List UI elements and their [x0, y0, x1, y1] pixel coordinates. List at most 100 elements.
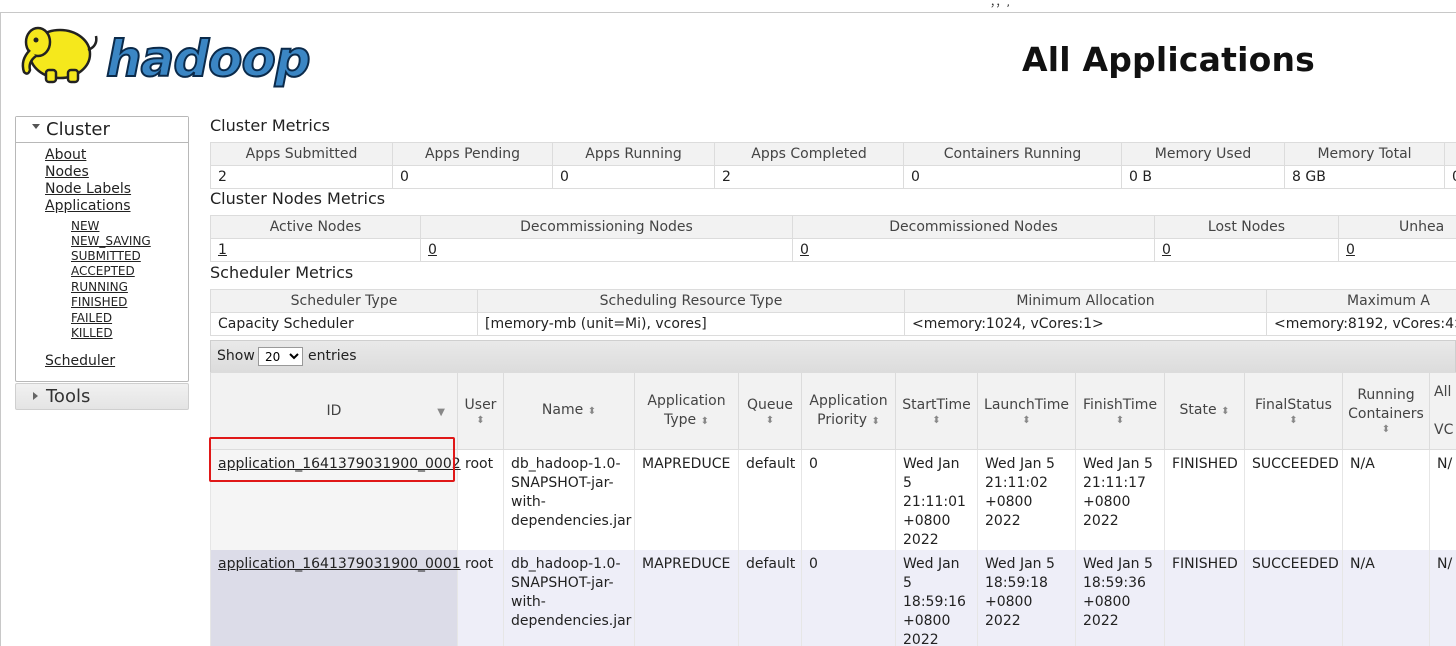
sidebar-link-applications[interactable]: Applications	[45, 198, 131, 214]
user-header-label: User	[464, 396, 497, 413]
sidebar-link-about[interactable]: About	[45, 147, 86, 163]
name-line: with-	[511, 494, 546, 510]
launch-line: 18:59:18	[985, 575, 1048, 591]
sort-icon: ⬍	[1115, 414, 1125, 426]
lost-nodes-link[interactable]: 0	[1162, 242, 1171, 258]
app-id-link[interactable]: application_1641379031900_0001	[218, 556, 461, 572]
name-line: db_hadoop-1.0-	[511, 556, 621, 572]
active-nodes-cell: 1	[210, 238, 421, 262]
decommissioned-nodes-link[interactable]: 0	[800, 242, 809, 258]
lost-nodes-cell: 0	[1154, 238, 1339, 262]
sort-icon: ⬍	[1022, 414, 1031, 426]
queue-cell: default	[738, 550, 802, 646]
applications-table: ID ▼ User ⬍ Name ⬍ Application Type ⬍ Queue…	[210, 372, 1456, 646]
column-header: Apps Completed	[714, 142, 904, 166]
sort-icon: ⬍	[700, 415, 709, 427]
column-header-finish-time[interactable]: FinishTime ⬍	[1075, 372, 1165, 450]
priority-header-line2: Priority	[817, 411, 867, 428]
sort-icon: ⬍	[871, 415, 880, 427]
sidebar-state-running[interactable]: RUNNING	[71, 280, 128, 294]
window-left-border	[0, 12, 1, 646]
priority-cell: 0	[801, 449, 896, 550]
decommissioned-nodes-cell: 0	[792, 238, 1155, 262]
sidebar-cluster-panel: Cluster About Nodes Node Labels Applicat…	[15, 116, 189, 382]
active-nodes-link[interactable]: 1	[218, 242, 227, 258]
state-cell: FINISHED	[1164, 550, 1245, 646]
finish-time-cell: Wed Jan 5 18:59:36 +0800 2022	[1075, 550, 1165, 646]
sidebar-state-failed[interactable]: FAILED	[71, 311, 112, 325]
sort-icon: ⬍	[1289, 414, 1298, 426]
memory-total-value: 8 GB	[1284, 165, 1445, 189]
caret-right-icon	[33, 392, 38, 400]
column-header-application-type[interactable]: Application Type ⬍	[634, 372, 739, 450]
column-header: Apps Running	[552, 142, 715, 166]
sidebar-state-submitted[interactable]: SUBMITTED	[71, 249, 141, 263]
sort-icon: ⬍	[476, 414, 485, 426]
column-header: Apps Submitted	[210, 142, 393, 166]
sort-icon: ⬍	[1221, 406, 1230, 417]
hadoop-logo[interactable]: hadoop	[16, 20, 316, 92]
running-containers-cell: N/A	[1342, 449, 1430, 550]
queue-cell: default	[738, 449, 802, 550]
column-header-state[interactable]: State ⬍	[1164, 372, 1245, 450]
column-header-start-time[interactable]: StartTime ⬍	[895, 372, 978, 450]
column-header-name[interactable]: Name ⬍	[503, 372, 635, 450]
name-line: dependencies.jar	[511, 613, 632, 629]
name-line: SNAPSHOT-jar-	[511, 475, 614, 491]
scheduler-metrics-table: Scheduler Type Scheduling Resource Type …	[210, 289, 1456, 336]
finish-line: Wed Jan 5	[1083, 556, 1153, 572]
column-header-launch-time[interactable]: LaunchTime ⬍	[977, 372, 1076, 450]
sidebar-link-nodes[interactable]: Nodes	[45, 164, 89, 180]
column-header: Lost Nodes	[1154, 215, 1339, 239]
column-header-user[interactable]: User ⬍	[457, 372, 504, 450]
sidebar-state-new-saving[interactable]: NEW_SAVING	[71, 234, 151, 248]
table-length-control: Show 20 entries	[210, 340, 1456, 372]
elephant-icon	[21, 26, 98, 84]
tools-section-title: Tools	[46, 386, 91, 407]
column-header: Scheduler Type	[210, 289, 478, 313]
column-header: Decommissioning Nodes	[420, 215, 793, 239]
finish-line: +0800	[1083, 494, 1131, 510]
column-header: Decommissioned Nodes	[792, 215, 1155, 239]
sort-icon: ⬍	[765, 414, 775, 426]
sidebar-state-new[interactable]: NEW	[71, 219, 99, 233]
state-header-label: State	[1179, 402, 1217, 418]
column-header-application-priority[interactable]: Application Priority ⬍	[801, 372, 896, 450]
start-line: +0800	[903, 613, 951, 629]
state-cell: FINISHED	[1164, 449, 1245, 550]
column-header-queue[interactable]: Queue ⬍	[738, 372, 802, 450]
show-label: Show	[217, 348, 255, 364]
apps-running-value: 0	[552, 165, 715, 189]
window-top-bar: ，，,	[0, 0, 1456, 13]
sidebar-state-finished[interactable]: FINISHED	[71, 295, 127, 309]
sidebar-link-node-labels[interactable]: Node Labels	[45, 181, 131, 197]
column-header-allocated-vcores[interactable]: All VC	[1429, 372, 1456, 450]
apps-submitted-value: 2	[210, 165, 393, 189]
column-header: Containers Running	[903, 142, 1122, 166]
sidebar-tools-header[interactable]: Tools	[15, 383, 189, 410]
finish-line: 21:11:17	[1083, 475, 1146, 491]
queue-header-label: Queue	[747, 396, 793, 413]
cluster-nodes-metrics-title: Cluster Nodes Metrics	[210, 189, 386, 208]
priority-header-line1: Application	[809, 392, 888, 409]
column-header-running-containers[interactable]: Running Containers ⬍	[1342, 372, 1430, 450]
name-line: dependencies.jar	[511, 513, 632, 529]
cluster-section-title: Cluster	[46, 119, 110, 140]
column-header-final-status[interactable]: FinalStatus ⬍	[1244, 372, 1343, 450]
column-header: Active Nodes	[210, 215, 421, 239]
sidebar-link-scheduler[interactable]: Scheduler	[45, 353, 115, 369]
entries-per-page-select[interactable]: 20	[258, 347, 303, 366]
finish-line: +0800	[1083, 594, 1131, 610]
scheduler-metrics-title: Scheduler Metrics	[210, 263, 354, 282]
launch-line: +0800 2022	[985, 594, 1033, 629]
column-header: Apps Pending	[392, 142, 553, 166]
id-header-label: ID	[326, 402, 342, 419]
decommissioning-nodes-link[interactable]: 0	[428, 242, 437, 258]
unhealthy-nodes-link[interactable]: 0	[1346, 242, 1355, 258]
sidebar-state-killed[interactable]: KILLED	[71, 326, 113, 340]
sort-desc-icon: ▼	[437, 407, 445, 418]
start-line: 18:59:16	[903, 594, 966, 610]
decommissioning-nodes-cell: 0	[420, 238, 793, 262]
sidebar-state-accepted[interactable]: ACCEPTED	[71, 264, 135, 278]
cluster-section-header[interactable]: Cluster	[16, 117, 188, 143]
